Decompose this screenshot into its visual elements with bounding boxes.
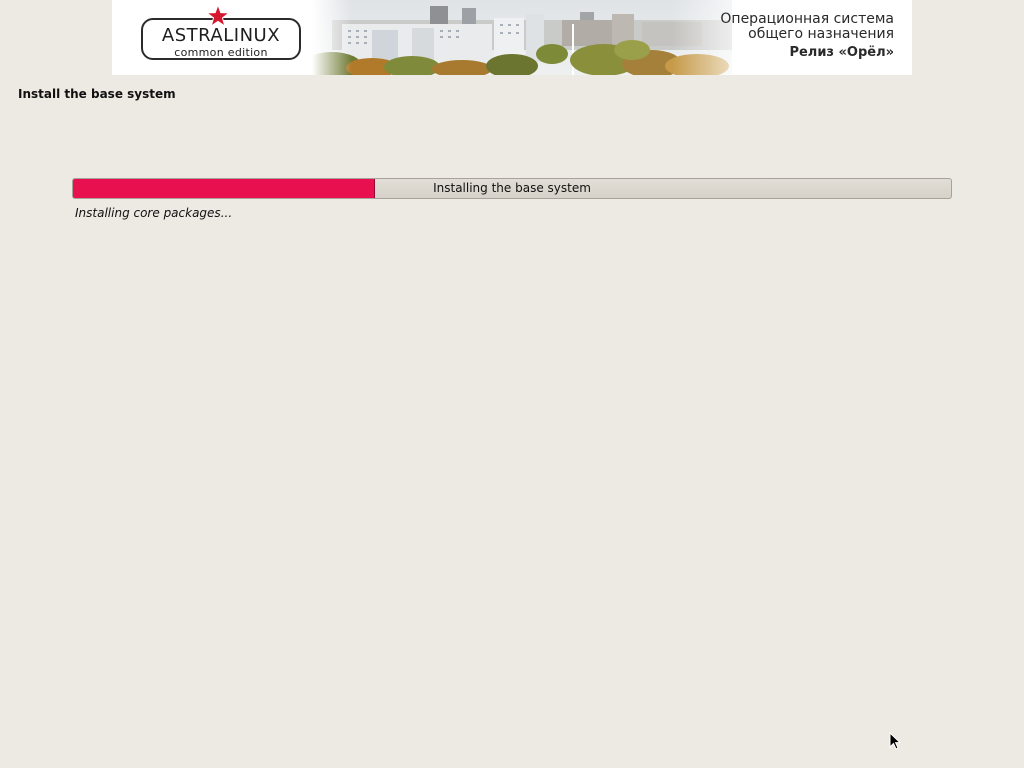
logo-subtitle: common edition — [174, 46, 268, 59]
banner-fade-left — [312, 0, 352, 75]
os-line-2: общего назначения — [748, 26, 894, 42]
status-text: Installing core packages... — [75, 206, 233, 220]
logo-area: ASTRALINUX common edition — [112, 0, 327, 75]
os-description: Операционная система общего назначения Р… — [720, 12, 894, 61]
red-star-icon — [206, 4, 230, 28]
os-line-1: Операционная система — [720, 11, 894, 27]
logo-title: ASTRALINUX — [161, 25, 281, 46]
install-progress-bar: Installing the base system — [72, 178, 952, 199]
mouse-pointer-icon — [889, 732, 901, 750]
os-release: Релиз «Орёл» — [789, 45, 894, 60]
cityscape-photo — [312, 0, 732, 75]
header-banner: ASTRALINUX common edition Операционная с… — [112, 0, 912, 75]
progress-label: Installing the base system — [433, 181, 591, 195]
page-title: Install the base system — [18, 87, 176, 101]
